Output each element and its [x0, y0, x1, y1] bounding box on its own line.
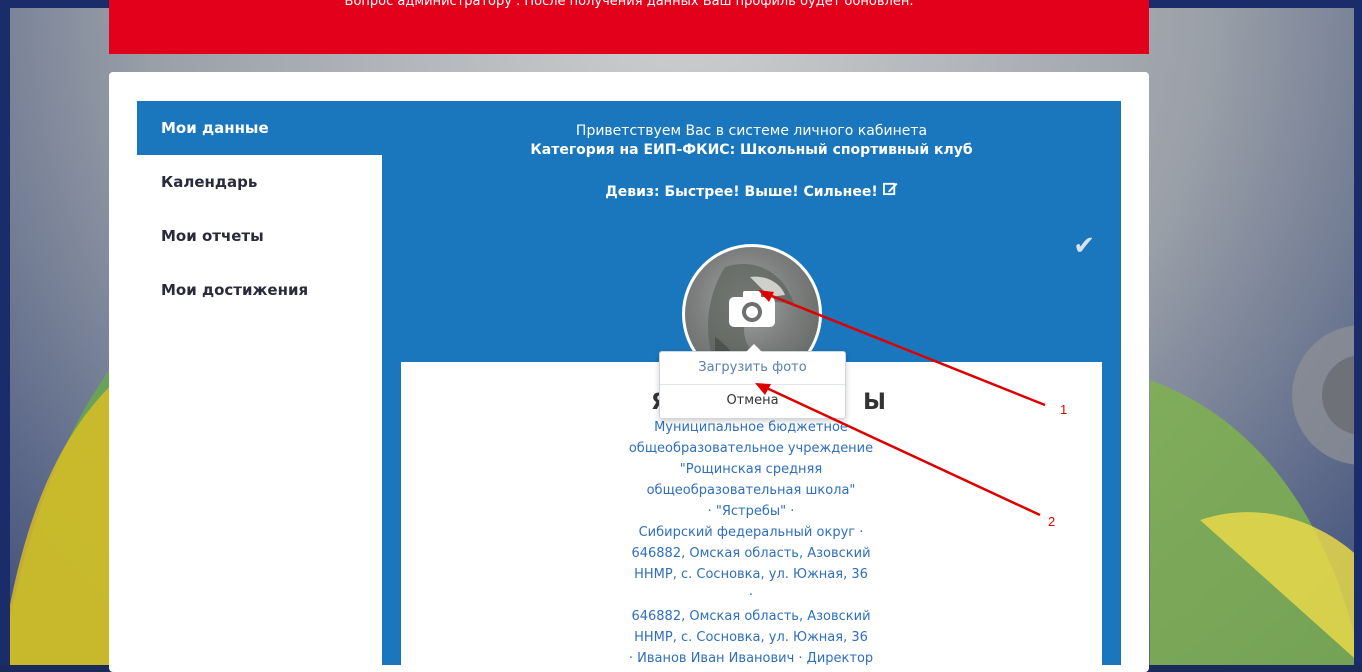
confirm-check-icon[interactable]: ✔ — [1073, 231, 1095, 261]
detail-line: ННМР, с. Сосновка, ул. Южная, 36 — [634, 567, 868, 582]
category-text: Категория на ЕИП-ФКИС: Школьный спортивн… — [530, 142, 973, 158]
sidebar-item-calendar[interactable]: Календарь — [137, 155, 382, 209]
detail-line: · "Ястребы" · — [707, 504, 795, 519]
detail-line: 646882, Омская область, Азовский — [631, 546, 871, 561]
detail-line: Сибирский федеральный округ · — [638, 525, 864, 540]
photo-menu: Загрузить фото Отмена — [659, 344, 846, 419]
detail-line: ННМР, с. Сосновка, ул. Южная, 36 — [634, 630, 868, 645]
profile-panel: Приветствуем Вас в системе личного кабин… — [382, 101, 1121, 672]
detail-line: 646882, Омская область, Азовский — [631, 609, 871, 624]
welcome-text: Приветствуем Вас в системе личного кабин… — [575, 123, 928, 139]
sidebar-item-my-achievements[interactable]: Мои достижения — [137, 263, 382, 317]
detail-line: общеобразовательная школа" — [646, 483, 856, 498]
detail-line: "Рощинская средняя — [679, 462, 823, 477]
notification-banner: Вопрос администратору . После получения … — [109, 0, 1149, 54]
camera-icon[interactable] — [727, 289, 777, 329]
detail-line: · — [748, 588, 754, 603]
detail-line: Муниципальное бюджетное — [654, 420, 848, 435]
school-details: Муниципальное бюджетное общеобразователь… — [616, 417, 886, 669]
detail-line: · Иванов Иван Иванович · Директор — [628, 651, 874, 666]
sidebar-item-my-data[interactable]: Мои данные — [137, 101, 382, 155]
cancel-button[interactable]: Отмена — [660, 385, 845, 417]
detail-line: общеобразовательное учреждение — [628, 441, 874, 456]
motto-line: Девиз: Быстрее! Выше! Сильнее! — [382, 181, 1121, 200]
sidebar: Мои данные Календарь Мои отчеты Мои дост… — [137, 101, 382, 665]
motto-text: Девиз: Быстрее! Выше! Сильнее! — [605, 184, 878, 200]
edit-icon[interactable] — [882, 181, 898, 200]
upload-photo-button[interactable]: Загрузить фото — [660, 352, 845, 385]
notification-text: Вопрос администратору . После получения … — [344, 0, 914, 9]
sidebar-item-my-reports[interactable]: Мои отчеты — [137, 209, 382, 263]
